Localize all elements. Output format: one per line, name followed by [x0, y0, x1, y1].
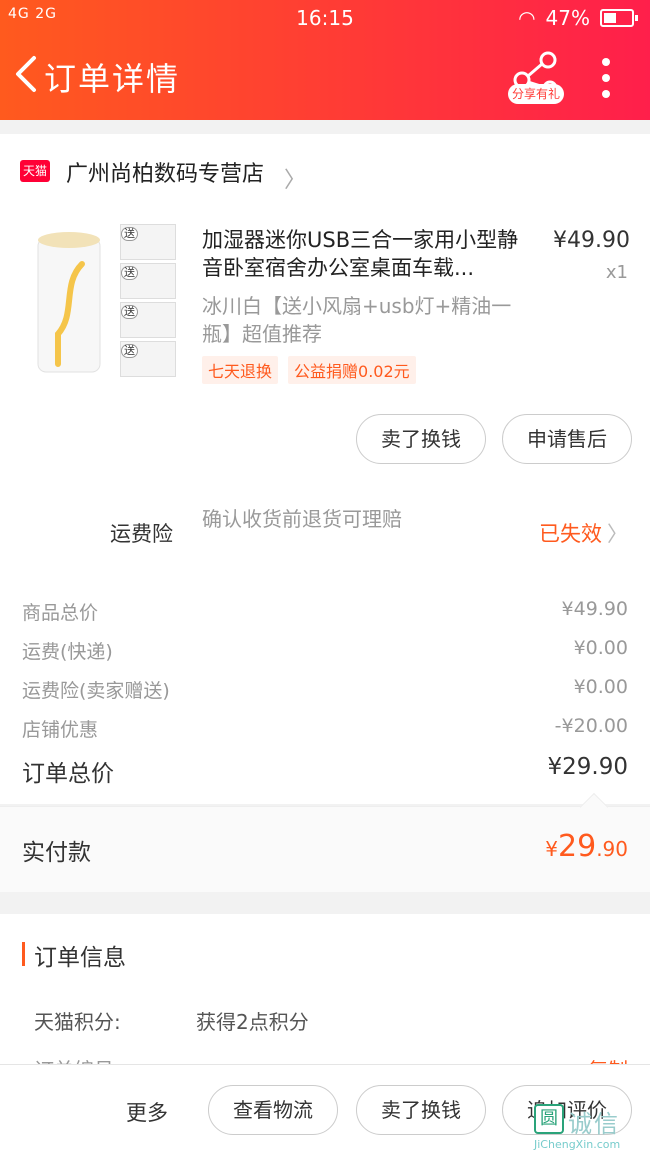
app-header: 4G 2G 16:15 ◠ 47% 订单详情 分享有礼	[0, 0, 650, 120]
chevron-right-icon[interactable]: 〉	[284, 162, 306, 194]
more-button[interactable]: 更多	[126, 1097, 168, 1127]
watermark-logo: 圆 诚信 JiChengXin.com	[534, 1104, 644, 1152]
product-image[interactable]	[22, 224, 114, 384]
watermark-badge: 圆	[534, 1104, 564, 1134]
product-spec: 冰川白【送小风扇+usb灯+精油一瓶】超值推荐	[202, 294, 512, 346]
store-card: 天猫 广州尚柏数码专营店 〉 送 送 送 送 加湿器迷你USB三合一家用小型静音…	[0, 134, 650, 604]
charity-tag: 公益捐赠0.02元	[288, 356, 416, 384]
order-total-row: 订单总价 ¥29.90	[22, 754, 628, 787]
page-title: 订单详情	[44, 60, 181, 98]
battery-percent: 47%	[545, 6, 590, 30]
return-tag: 七天退换	[202, 356, 279, 384]
back-arrow-icon[interactable]	[10, 54, 42, 94]
paid-amount: 实付款 ¥29.90	[0, 792, 650, 892]
watermark-url: JiChengXin.com	[534, 1138, 621, 1151]
product-quantity: x1	[605, 262, 628, 283]
headset-icon: ◠	[518, 6, 536, 30]
summary-row: 店铺优惠 -¥20.00	[22, 715, 628, 741]
price-summary: 商品总价 ¥49.90 运费(快递) ¥0.00 运费险(卖家赠送) ¥0.00…	[0, 588, 650, 804]
tmall-icon: 天猫	[20, 160, 50, 182]
gift-thumb: 送	[120, 341, 176, 377]
gift-thumbnails: 送 送 送 送	[120, 224, 176, 380]
order-info-title: 订单信息	[34, 945, 126, 971]
sell-for-cash-button[interactable]: 卖了换钱	[356, 1085, 486, 1135]
gift-thumb: 送	[120, 302, 176, 338]
status-right: ◠ 47%	[518, 6, 638, 30]
section-marker	[22, 942, 25, 966]
points-label: 天猫积分:	[34, 1010, 121, 1034]
gift-thumb: 送	[120, 224, 176, 260]
freight-insurance-desc: 确认收货前退货可理赔	[202, 507, 402, 531]
status-bar: 4G 2G 16:15 ◠ 47%	[0, 0, 650, 36]
sell-for-cash-button[interactable]: 卖了换钱	[356, 414, 486, 464]
summary-row: 运费险(卖家赠送) ¥0.00	[22, 676, 628, 702]
paid-value: ¥29.90	[545, 829, 628, 864]
share-gift-label[interactable]: 分享有礼	[508, 84, 564, 104]
watermark-text: 诚信	[568, 1110, 620, 1138]
battery-icon	[600, 9, 638, 27]
product-title[interactable]: 加湿器迷你USB三合一家用小型静音卧室宿舍办公室桌面车载...	[202, 226, 534, 282]
product-price: ¥49.90	[553, 228, 630, 253]
service-tags: 七天退换 公益捐赠0.02元	[202, 356, 416, 384]
points-value: 获得2点积分	[196, 1010, 309, 1034]
freight-insurance-status[interactable]: 已失效	[539, 518, 602, 548]
after-sales-button[interactable]: 申请售后	[502, 414, 632, 464]
paid-label: 实付款	[22, 840, 91, 866]
order-info-section: 订单信息 天猫积分: 获得2点积分 订单编号 复制	[0, 914, 650, 1074]
summary-row: 运费(快递) ¥0.00	[22, 637, 628, 663]
view-logistics-button[interactable]: 查看物流	[208, 1085, 338, 1135]
chevron-right-icon[interactable]: 〉	[607, 518, 628, 548]
freight-insurance-label: 运费险	[110, 522, 173, 546]
gift-thumb: 送	[120, 263, 176, 299]
more-menu-icon[interactable]	[596, 58, 616, 98]
summary-row: 商品总价 ¥49.90	[22, 598, 628, 624]
store-name[interactable]: 广州尚柏数码专营店	[66, 156, 264, 188]
